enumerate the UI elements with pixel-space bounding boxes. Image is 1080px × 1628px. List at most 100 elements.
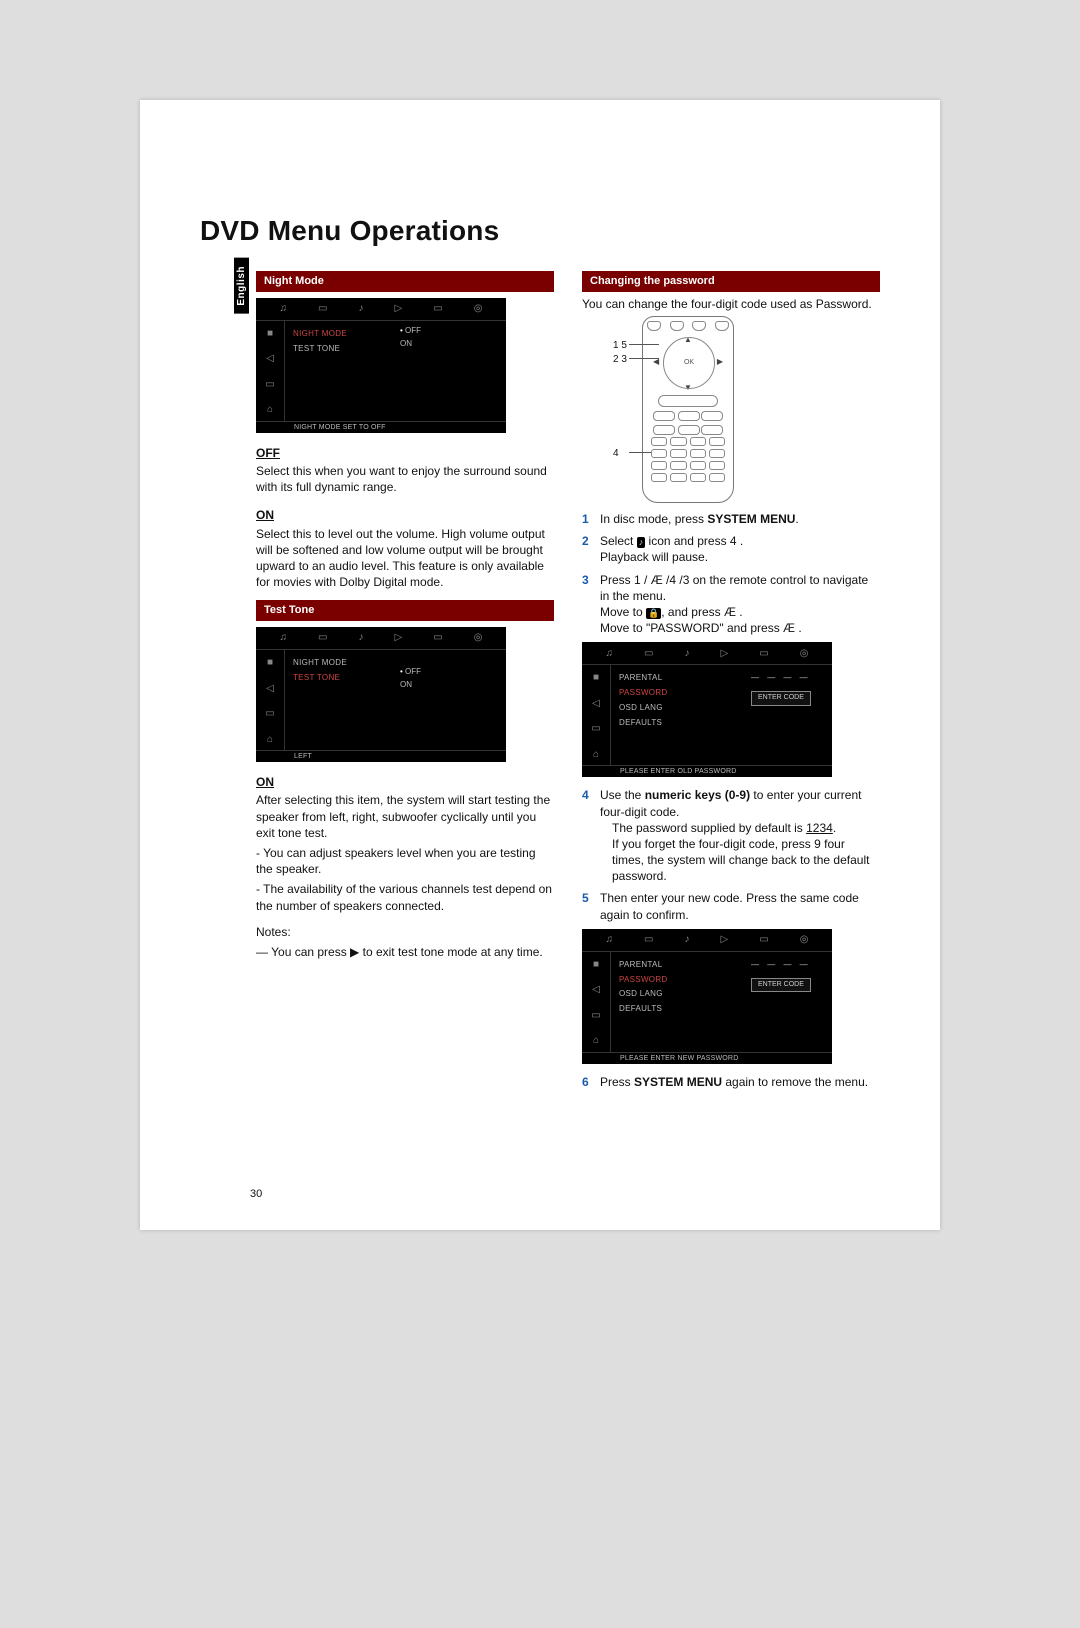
tab-icon: ◎	[800, 933, 809, 947]
on-subhead: ON	[256, 507, 554, 523]
step-6: Press SYSTEM MENU again to remove the me…	[582, 1074, 880, 1090]
side-icon: ◁	[266, 352, 274, 366]
code-dashes: — — — —	[751, 673, 811, 684]
screen-side-icons: ■ ◁ ▭ ⌂	[256, 321, 285, 421]
intro-text: You can change the four-digit code used …	[582, 296, 880, 312]
night-mode-screenshot: ♫ ▭ ♪ ▷ ▭ ◎ ■ ◁ ▭ ⌂ NIGHT MODE	[256, 298, 506, 433]
test-tone-header: Test Tone	[256, 600, 554, 621]
tab-icon: ♫	[280, 302, 288, 316]
tab-icon: ▭	[644, 647, 653, 661]
tab-icon: ▷	[395, 302, 403, 316]
option-on: ON	[400, 338, 421, 351]
side-icon: ■	[267, 327, 273, 341]
screen-tab-row: ♫ ▭ ♪ ▷ ▭ ◎	[256, 298, 506, 321]
tab-icon: ♪	[684, 933, 689, 947]
page-number: 30	[250, 1188, 262, 1200]
tab-icon: ▭	[759, 647, 768, 661]
side-icon: ▭	[265, 378, 274, 392]
steps-list: In disc mode, press SYSTEM MENU. Select …	[582, 511, 880, 636]
menu-item: NIGHT MODE	[293, 327, 498, 342]
tab-icon: ▷	[721, 647, 729, 661]
tab-icon: ♪	[358, 631, 363, 645]
screen-status: LEFT	[256, 750, 506, 765]
step-1: In disc mode, press SYSTEM MENU.	[582, 511, 880, 527]
step-4: Use the numeric keys (0-9) to enter your…	[582, 787, 880, 884]
callout-label: 1 5	[613, 339, 627, 353]
callout-label: 2 3	[613, 353, 627, 367]
password-new-screenshot: ♫ ▭ ♪ ▷ ▭ ◎ ■ ◁ ▭ ⌂ PARENTAL	[582, 929, 832, 1064]
side-icon: ⌂	[593, 748, 599, 762]
tab-icon: ▭	[433, 631, 442, 645]
on-text: Select this to level out the volume. Hig…	[256, 526, 554, 591]
screen-status: NIGHT MODE SET TO OFF	[256, 421, 506, 436]
steps-list-2: Use the numeric keys (0-9) to enter your…	[582, 787, 880, 923]
tab-icon: ▭	[759, 933, 768, 947]
side-icon: ▭	[265, 707, 274, 721]
side-icon: ▭	[591, 722, 600, 736]
off-text: Select this when you want to enjoy the s…	[256, 463, 554, 495]
tab-icon: ▷	[395, 631, 403, 645]
page-title: DVD Menu Operations	[200, 215, 880, 247]
ok-button: OK	[663, 337, 715, 389]
step-5: Then enter your new code. Press the same…	[582, 890, 880, 922]
tab-icon: ▭	[318, 302, 327, 316]
tab-icon: ♫	[606, 933, 614, 947]
off-subhead: OFF	[256, 445, 554, 461]
tab-icon: ♪	[684, 647, 689, 661]
side-icon: ⌂	[267, 403, 273, 417]
menu-item: DEFAULTS	[619, 716, 824, 731]
tab-icon: ◎	[474, 631, 483, 645]
step-2: Select ♪ icon and press 4 . Playback wil…	[582, 533, 880, 565]
language-tab: English	[234, 258, 249, 314]
tab-icon: ▷	[721, 933, 729, 947]
side-icon: ■	[593, 671, 599, 685]
tt-on-p1: After selecting this item, the system wi…	[256, 792, 554, 841]
night-mode-header: Night Mode	[256, 271, 554, 292]
password-old-screenshot: ♫ ▭ ♪ ▷ ▭ ◎ ■ ◁ ▭ ⌂ PARENTAL	[582, 642, 832, 777]
tab-icon: ♫	[606, 647, 614, 661]
enter-code-box: ENTER CODE	[751, 691, 811, 705]
tab-icon: ♪	[358, 302, 363, 316]
tab-icon: ♫	[280, 631, 288, 645]
steps-list-3: Press SYSTEM MENU again to remove the me…	[582, 1074, 880, 1090]
screen-status: PLEASE ENTER NEW PASSWORD	[582, 1052, 832, 1067]
side-icon: ◁	[266, 682, 274, 696]
right-column: Changing the password You can change the…	[582, 271, 880, 1096]
menu-item: TEST TONE	[293, 342, 498, 357]
side-icon: ▭	[591, 1009, 600, 1023]
option-off: OFF	[400, 325, 421, 338]
side-icon: ◁	[592, 983, 600, 997]
menu-item: TEST TONE	[293, 671, 498, 686]
menu-item: NIGHT MODE	[293, 656, 498, 671]
tab-icon: ◎	[800, 647, 809, 661]
option-off: OFF	[400, 666, 421, 679]
step-3: Press 1 / Æ /4 /3 on the remote control …	[582, 572, 880, 637]
menu-item: DEFAULTS	[619, 1002, 824, 1017]
side-icon: ◁	[592, 697, 600, 711]
left-column: Night Mode ♫ ▭ ♪ ▷ ▭ ◎ ■ ◁ ▭ ⌂	[256, 271, 554, 1096]
tt-on-p3: - The availability of the various channe…	[256, 881, 554, 913]
screen-status: PLEASE ENTER OLD PASSWORD	[582, 765, 832, 780]
tab-icon: ▭	[318, 631, 327, 645]
option-on: ON	[400, 679, 421, 692]
enter-code-box: ENTER CODE	[751, 978, 811, 992]
code-dashes: — — — —	[751, 960, 811, 971]
tt-on-p2: - You can adjust speakers level when you…	[256, 845, 554, 877]
remote-diagram: 1 5 2 3 4 ▲◀▶▼ OK	[642, 316, 734, 503]
side-icon: ■	[593, 958, 599, 972]
manual-page: DVD Menu Operations English Night Mode ♫…	[140, 100, 940, 1230]
lock-icon: 🔒	[646, 608, 661, 619]
notes-text: — You can press ▶ to exit test tone mode…	[256, 944, 554, 960]
side-icon: ■	[267, 656, 273, 670]
notes-head: Notes:	[256, 924, 554, 940]
tab-icon: ▭	[644, 933, 653, 947]
tab-icon: ▭	[433, 302, 442, 316]
tt-on-subhead: ON	[256, 774, 554, 790]
password-header: Changing the password	[582, 271, 880, 292]
side-icon: ⌂	[593, 1034, 599, 1048]
speaker-icon: ♪	[637, 537, 646, 548]
test-tone-screenshot: ♫ ▭ ♪ ▷ ▭ ◎ ■ ◁ ▭ ⌂ NIGHT MODE	[256, 627, 506, 762]
side-icon: ⌂	[267, 733, 273, 747]
callout-label: 4	[613, 447, 619, 461]
tab-icon: ◎	[474, 302, 483, 316]
